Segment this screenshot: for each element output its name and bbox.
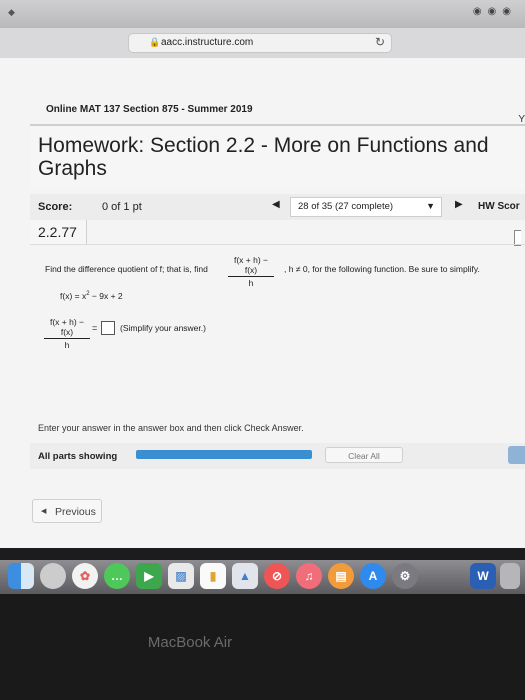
- answer-fraction-numerator: f(x + h) − f(x): [44, 317, 90, 339]
- url-text: aacc.instructure.com: [161, 37, 254, 48]
- keynote-icon[interactable]: ▲: [232, 563, 258, 589]
- numbers-icon[interactable]: ▮: [200, 563, 226, 589]
- answer-fraction-denominator: h: [64, 340, 70, 350]
- fraction-denominator: h: [248, 278, 254, 288]
- facetime-icon[interactable]: ▶: [136, 563, 162, 589]
- previous-label: Previous: [55, 506, 96, 518]
- homework-title: Homework: Section 2.2 - More on Function…: [38, 134, 489, 180]
- app-store-icon[interactable]: A: [360, 563, 386, 589]
- score-value: 0 of 1 pt: [102, 201, 142, 213]
- parts-bar: All parts showing Clear All Ch: [30, 443, 525, 469]
- status-icons: ◉◉◉: [472, 6, 517, 17]
- news-icon[interactable]: ⊘: [264, 563, 290, 589]
- divider: [30, 244, 525, 245]
- laptop-bezel: MacBook Air: [0, 594, 525, 700]
- previous-arrow-icon: ◀: [41, 508, 47, 515]
- preview-icon[interactable]: ▨: [168, 563, 194, 589]
- web-page: Online MAT 137 Section 875 - Summer 2019…: [0, 58, 525, 548]
- course-title: Online MAT 137 Section 875 - Summer 2019: [46, 104, 253, 115]
- fraction-numerator: f(x + h) − f(x): [228, 255, 274, 277]
- dock: ✿ … ▶ ▨ ▮ ▲ ⊘ ♫ ▤ A ⚙ W: [0, 560, 525, 594]
- chevron-down-icon: ▼: [426, 201, 435, 211]
- score-label: Score:: [38, 201, 73, 213]
- menu-bar: ◆ ◉◉◉: [0, 0, 525, 28]
- previous-question-arrow-icon[interactable]: ◀: [272, 199, 280, 210]
- enter-instructions: Enter your answer in the answer box and …: [38, 423, 304, 433]
- launchpad-icon[interactable]: [40, 563, 66, 589]
- question-progress-dropdown[interactable]: 28 of 35 (27 complete) ▼: [290, 197, 442, 217]
- previous-button[interactable]: ◀ Previous: [32, 499, 102, 523]
- photos-icon[interactable]: ✿: [72, 563, 98, 589]
- device-label: MacBook Air: [147, 634, 233, 651]
- answer-fraction: f(x + h) − f(x) h: [44, 317, 90, 350]
- check-answer-button[interactable]: Ch: [508, 446, 525, 464]
- answer-input[interactable]: [101, 321, 115, 335]
- function-rhs: − 9x + 2: [89, 291, 123, 301]
- messages-icon[interactable]: …: [104, 563, 130, 589]
- question-instruction: Find the difference quotient of f; that …: [45, 264, 208, 274]
- word-icon[interactable]: W: [470, 563, 496, 589]
- hw-score-label: HW Scor: [478, 201, 520, 212]
- reload-icon[interactable]: ↻: [375, 35, 385, 49]
- clear-all-button[interactable]: Clear All: [325, 447, 403, 463]
- progress-text: 28 of 35 (27 complete): [298, 201, 394, 212]
- question-number: 2.2.77: [38, 224, 77, 240]
- next-question-arrow-icon[interactable]: ▶: [455, 199, 463, 210]
- function-lhs: f(x) = x: [60, 291, 87, 301]
- finder-icon[interactable]: [8, 563, 34, 589]
- homework-header: Homework: Section 2.2 - More on Function…: [30, 124, 525, 188]
- books-icon[interactable]: ▤: [328, 563, 354, 589]
- system-preferences-icon[interactable]: ⚙: [392, 563, 418, 589]
- difference-quotient-fraction: f(x + h) − f(x) h: [228, 255, 274, 288]
- parts-progress-bar: [136, 450, 312, 459]
- lock-icon: 🔒: [149, 37, 161, 47]
- score-bar: Score: 0 of 1 pt ◀ 28 of 35 (27 complete…: [30, 194, 525, 220]
- browser-toolbar: 🔒 aacc.instructure.com ↻: [0, 28, 525, 59]
- parts-label: All parts showing: [38, 451, 118, 462]
- music-icon[interactable]: ♫: [296, 563, 322, 589]
- trash-icon[interactable]: [500, 563, 520, 589]
- question-number-box: 2.2.77: [30, 220, 87, 245]
- address-bar[interactable]: 🔒 aacc.instructure.com ↻: [128, 33, 392, 53]
- equals-sign: =: [92, 323, 98, 333]
- menu-bar-left: ◆: [8, 7, 15, 17]
- question-instruction-after: , h ≠ 0, for the following function. Be …: [284, 264, 480, 274]
- simplify-note: (Simplify your answer.): [120, 323, 206, 333]
- function-definition: f(x) = x2 − 9x + 2: [60, 291, 123, 301]
